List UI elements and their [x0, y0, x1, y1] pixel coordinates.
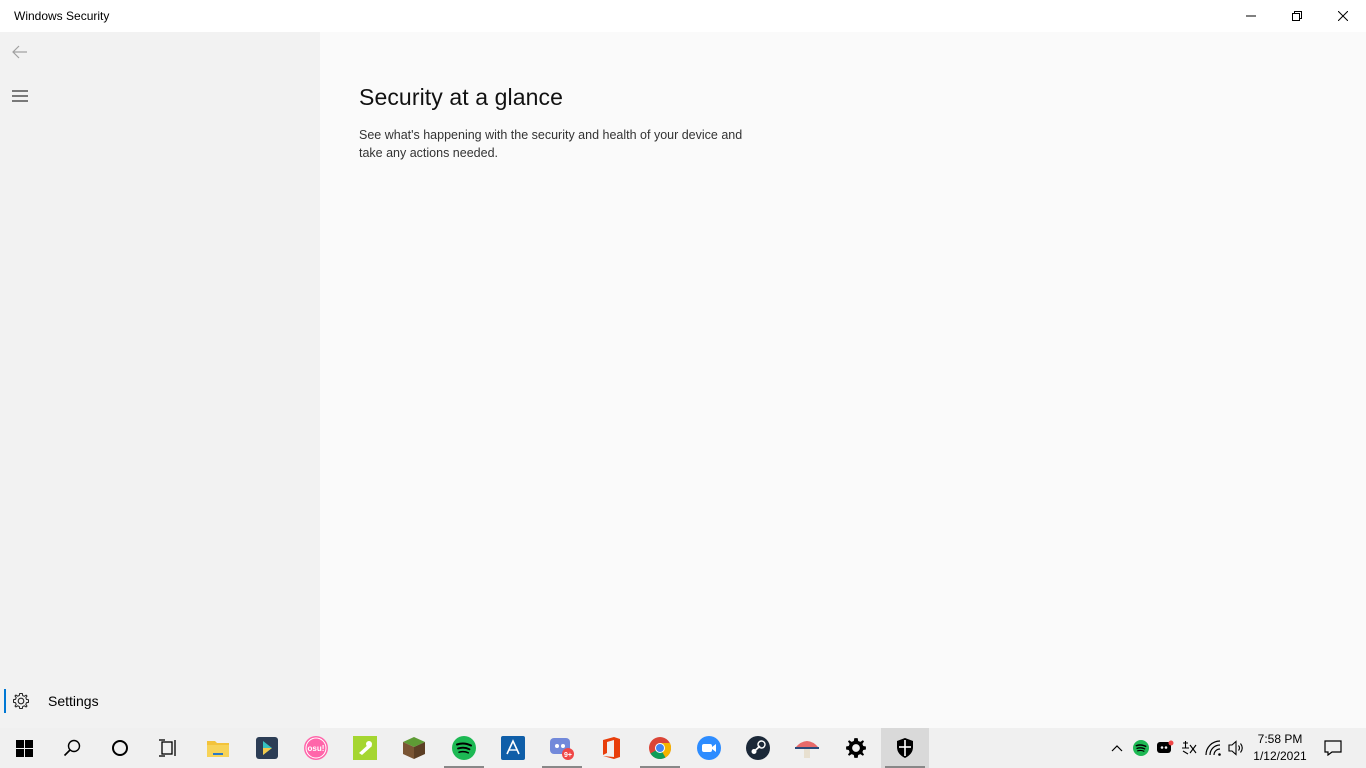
chrome-icon [649, 737, 672, 759]
taskbar-discord[interactable]: 9+ [538, 728, 586, 768]
windows-logo-icon [15, 739, 33, 757]
task-view-icon [159, 739, 176, 757]
minecraft-icon [403, 737, 425, 759]
cortana-circle-icon [112, 740, 128, 756]
search-button[interactable] [48, 728, 96, 768]
taskbar-clock[interactable]: 7:58 PM 1/12/2021 [1248, 731, 1312, 765]
menu-button[interactable] [4, 82, 36, 110]
wifi-icon [1205, 740, 1221, 756]
taskbar-office[interactable] [587, 728, 635, 768]
zoom-icon [697, 736, 721, 760]
close-button[interactable] [1320, 0, 1366, 32]
page-description: See what's happening with the security a… [359, 128, 743, 160]
app-icon [795, 741, 819, 758]
back-arrow-icon [12, 45, 27, 59]
sidebar-item-settings[interactable]: Settings [0, 684, 320, 718]
taskbar-windows-security[interactable] [881, 728, 929, 768]
page-title: Security at a glance [359, 84, 564, 110]
taskbar-chrome[interactable] [636, 728, 684, 768]
selection-indicator [4, 689, 6, 713]
notification-icon [1324, 740, 1342, 756]
spotify-icon [1133, 740, 1149, 756]
discord-icon: 9+ [550, 738, 574, 760]
office-icon [603, 737, 620, 759]
app-icon [353, 736, 377, 760]
gear-icon [13, 693, 29, 709]
shield-icon [897, 738, 913, 758]
title-bar[interactable]: Windows Security [0, 0, 1366, 32]
action-center-button[interactable] [1320, 728, 1346, 768]
taskbar-osu[interactable]: osu! [292, 728, 340, 768]
input-method-icon [1182, 741, 1197, 755]
taskbar-file-explorer[interactable] [194, 728, 242, 768]
tray-show-hidden-button[interactable] [1106, 728, 1128, 768]
minimize-button[interactable] [1228, 0, 1274, 32]
taskbar-zoom[interactable] [685, 728, 733, 768]
tray-discord[interactable] [1154, 728, 1176, 768]
osu-logo-text: osu! [308, 744, 325, 753]
gear-icon [846, 738, 866, 758]
folder-icon [207, 741, 229, 757]
chevron-up-icon [1111, 745, 1123, 752]
app-icon [256, 737, 278, 759]
spotify-icon [452, 736, 476, 760]
taskbar-steam[interactable] [734, 728, 782, 768]
taskbar-app-mushroom[interactable] [783, 728, 831, 768]
back-button[interactable] [4, 38, 36, 66]
clock-time: 7:58 PM [1257, 732, 1303, 746]
taskbar-minecraft[interactable] [390, 728, 438, 768]
steam-icon [746, 736, 770, 760]
cortana-button[interactable] [96, 728, 144, 768]
close-icon [1338, 11, 1348, 21]
tray-volume[interactable] [1226, 728, 1248, 768]
taskbar-settings[interactable] [832, 728, 880, 768]
sidebar-item-label: Settings [48, 693, 99, 709]
app-icon [501, 736, 525, 760]
osu-icon: osu! [304, 736, 328, 760]
taskbar-app-green[interactable] [341, 728, 389, 768]
restore-button[interactable] [1274, 0, 1320, 32]
discord-icon [1157, 740, 1174, 753]
window-title: Windows Security [14, 9, 110, 23]
windows-security-window: Windows Security Settings Security at a … [0, 0, 1366, 728]
tray-network[interactable] [1202, 728, 1226, 768]
clock-date: 1/12/2021 [1253, 749, 1307, 763]
taskbar-app-blue[interactable] [489, 728, 537, 768]
tray-input-method[interactable] [1178, 728, 1200, 768]
taskbar-app-dark[interactable] [243, 728, 291, 768]
speaker-icon [1228, 740, 1243, 756]
task-view-button[interactable] [144, 728, 192, 768]
hamburger-icon [12, 90, 28, 102]
start-button[interactable] [0, 728, 48, 768]
taskbar: osu! 9+ 7:58 PM 1/12/2021 [0, 728, 1366, 768]
sidebar: Settings [0, 32, 320, 728]
taskbar-spotify[interactable] [440, 728, 488, 768]
minimize-icon [1246, 15, 1256, 17]
tray-spotify[interactable] [1130, 728, 1152, 768]
restore-icon [1292, 11, 1302, 21]
notification-badge: 9+ [564, 752, 572, 759]
search-icon [63, 739, 81, 757]
